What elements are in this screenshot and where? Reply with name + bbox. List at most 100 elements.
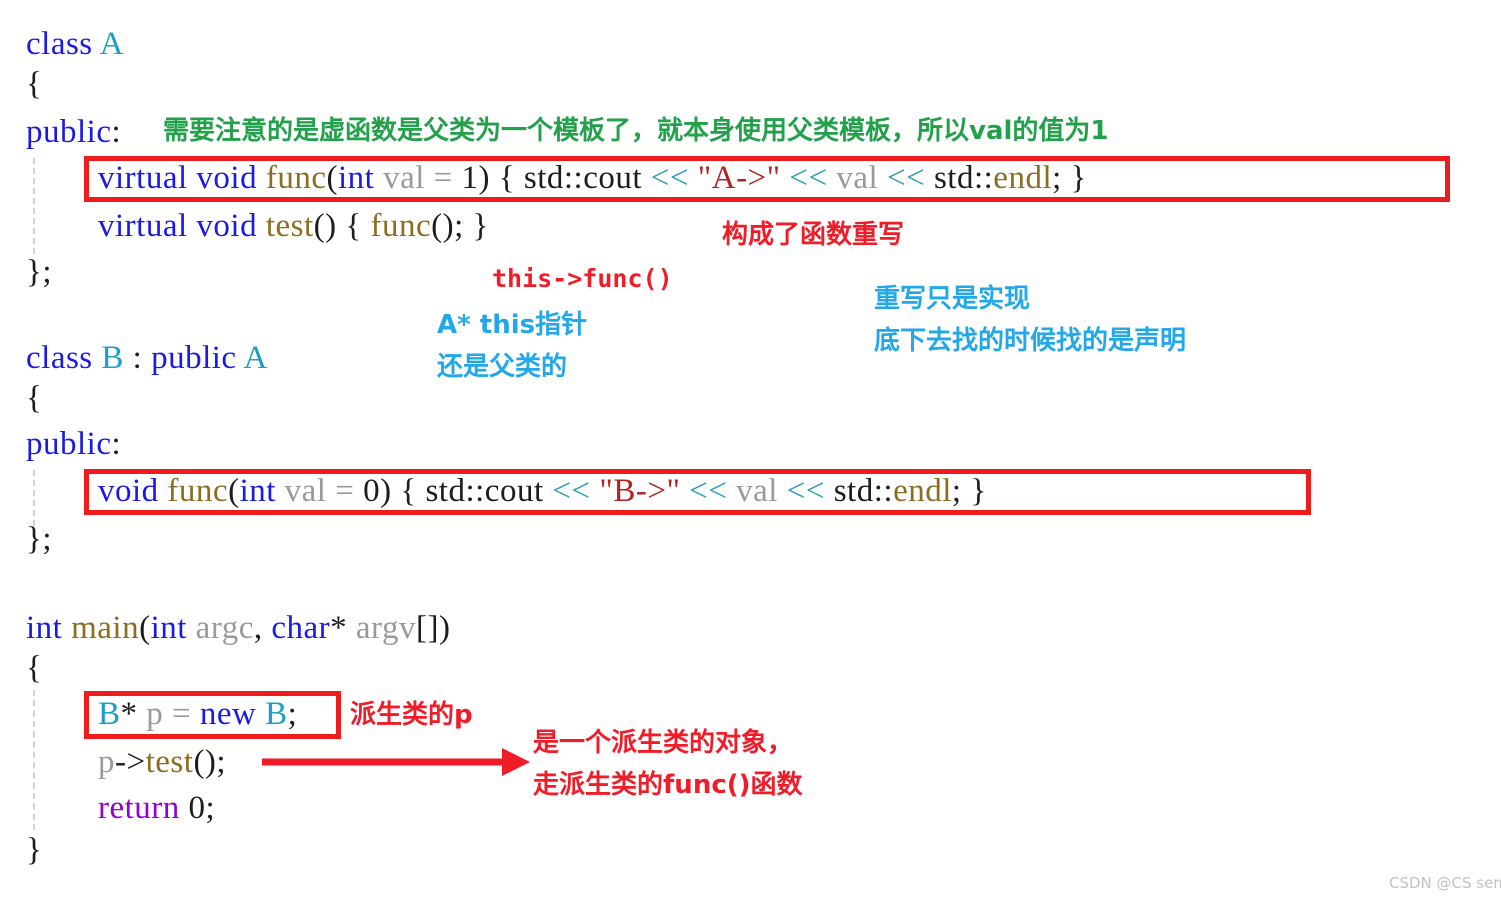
token-semicolon-newb: ; bbox=[287, 696, 298, 732]
token-shift-a1: << bbox=[650, 160, 690, 196]
code-line-a-test: virtual void test() { func(); } bbox=[98, 206, 489, 246]
token-var-p-call: p bbox=[98, 744, 115, 780]
token-function-test: test bbox=[265, 208, 314, 244]
token-shift-b1: << bbox=[552, 473, 591, 509]
annotation-override: 构成了函数重写 bbox=[722, 220, 905, 250]
token-param-argc: argc bbox=[195, 610, 254, 646]
annotation-override-impl-line2: 底下去找的时候找的是声明 bbox=[874, 326, 1187, 356]
token-brace-close-bfn: } bbox=[970, 473, 987, 509]
token-star-p: * bbox=[120, 696, 138, 732]
code-line-b-func: void func(int val = 0) { std::cout << "B… bbox=[98, 471, 987, 511]
token-shift-b3: << bbox=[786, 473, 825, 509]
token-equals-a: = bbox=[433, 160, 453, 196]
token-brace-close-afn: } bbox=[1070, 160, 1087, 196]
token-base-classname-a: A bbox=[243, 340, 268, 376]
token-keyword-int-a: int bbox=[337, 160, 375, 196]
annotation-derived-p: 派生类的p bbox=[350, 700, 473, 730]
code-line-brace-open-a: { bbox=[26, 66, 43, 102]
code-line-main-signature: int main(int argc, char* argv[]) bbox=[26, 608, 450, 648]
token-inherit-colon: : bbox=[132, 340, 143, 376]
code-line-brace-open-b: { bbox=[26, 380, 43, 416]
token-keyword-public-inherit: public bbox=[151, 340, 237, 376]
code-line-public-a: public: bbox=[26, 112, 121, 152]
token-default-value-b: 0 bbox=[363, 473, 381, 509]
token-shift-b2: << bbox=[689, 473, 728, 509]
token-comma-main: , bbox=[253, 610, 263, 646]
token-keyword-void-a: void bbox=[196, 160, 258, 196]
token-string-a: "A->" bbox=[697, 160, 781, 196]
code-line-public-b: public: bbox=[26, 424, 121, 464]
code-line-brace-close-a: }; bbox=[26, 254, 53, 290]
code-line-call-test: p->test(); bbox=[98, 742, 226, 782]
token-return-value: 0 bbox=[188, 790, 206, 826]
token-paren-open-b: ( bbox=[228, 473, 240, 509]
code-line-brace-close-b: }; bbox=[26, 521, 53, 557]
token-keyword-virtual-a: virtual bbox=[98, 160, 188, 196]
code-line-new-b: B* p = new B; bbox=[98, 694, 297, 734]
token-std-endl-b: std::endl; bbox=[833, 473, 962, 509]
token-keyword-char: char bbox=[271, 610, 331, 646]
annotation-this-pointer-line1: A* this指针 bbox=[437, 310, 588, 340]
token-std-cout-b: std::cout bbox=[425, 473, 544, 509]
token-brackets-argv: [] bbox=[415, 610, 439, 646]
token-semicolon-return: ; bbox=[205, 790, 216, 826]
token-classname-b-decl: B bbox=[98, 696, 121, 732]
token-param-val-b: val bbox=[284, 473, 327, 509]
token-paren-close-main: ) bbox=[438, 610, 451, 646]
token-keyword-virtual-test: virtual bbox=[98, 208, 188, 244]
indent-guide-main bbox=[33, 690, 37, 830]
annotation-derived-object-line1: 是一个派生类的对象， bbox=[533, 728, 794, 758]
token-paren-close-a: ) bbox=[478, 160, 491, 196]
token-string-b: "B->" bbox=[599, 473, 681, 509]
token-keyword-int-b: int bbox=[239, 473, 276, 509]
token-param-val-a: val bbox=[383, 160, 425, 196]
arrow-to-derived-object-note bbox=[262, 748, 530, 776]
token-keyword-int-argc: int bbox=[150, 610, 187, 646]
token-paren-open-a: ( bbox=[326, 160, 338, 196]
token-keyword-public-a: public bbox=[26, 114, 112, 150]
annotation-this-func: this->func() bbox=[492, 264, 673, 293]
token-shift-a3: << bbox=[886, 160, 926, 196]
token-shift-a2: << bbox=[789, 160, 828, 196]
token-keyword-class: class bbox=[26, 26, 93, 62]
watermark-text: CSDN @CS semi bbox=[1389, 874, 1501, 892]
token-colon-a: : bbox=[111, 114, 122, 150]
token-test-parens: () bbox=[313, 208, 337, 244]
token-classname-a: A bbox=[99, 26, 124, 62]
code-annotation-canvas: class A { public: virtual void func(int … bbox=[0, 0, 1501, 900]
token-brace-open-test: { bbox=[345, 208, 362, 244]
token-keyword-int-main: int bbox=[26, 610, 63, 646]
code-line-brace-close-main: } bbox=[26, 832, 43, 868]
token-classname-b: B bbox=[101, 340, 124, 376]
token-std-cout-a: std::cout bbox=[523, 160, 643, 196]
token-colon-b: : bbox=[111, 426, 122, 462]
token-paren-close-b: ) bbox=[380, 473, 392, 509]
token-brace-close-test: } bbox=[472, 208, 489, 244]
token-var-val-a: val bbox=[836, 160, 879, 196]
annotation-this-pointer-line2: 还是父类的 bbox=[437, 352, 568, 382]
code-line-a-func: virtual void func(int val = 1) { std::co… bbox=[98, 158, 1087, 198]
token-call-test: test bbox=[145, 744, 194, 780]
token-call-test-parens: (); bbox=[193, 744, 227, 780]
token-call-func-in-test: func bbox=[370, 208, 432, 244]
token-arrow-op: -> bbox=[115, 744, 146, 780]
token-star-char: * bbox=[330, 610, 348, 646]
annotation-derived-object-line2: 走派生类的func()函数 bbox=[533, 770, 803, 800]
token-param-argv: argv bbox=[355, 610, 416, 646]
token-var-p: p bbox=[146, 696, 164, 732]
token-var-val-b: val bbox=[736, 473, 778, 509]
token-keyword-void-b: void bbox=[98, 473, 159, 509]
token-paren-open-main: ( bbox=[139, 610, 151, 646]
token-default-value-a: 1 bbox=[461, 160, 479, 196]
token-function-func-a: func bbox=[265, 160, 327, 196]
token-classname-b-new: B bbox=[265, 696, 288, 732]
token-equals-b: = bbox=[335, 473, 355, 509]
token-function-main: main bbox=[71, 610, 140, 646]
token-keyword-public-b: public bbox=[26, 426, 112, 462]
code-line-class-b: class B : public A bbox=[26, 338, 268, 378]
token-call-parens-test: (); bbox=[431, 208, 464, 244]
annotation-override-impl-line1: 重写只是实现 bbox=[874, 284, 1031, 314]
token-keyword-class-b: class bbox=[26, 340, 93, 376]
indent-guide-class-b bbox=[33, 470, 37, 526]
token-keyword-void-test: void bbox=[196, 208, 258, 244]
